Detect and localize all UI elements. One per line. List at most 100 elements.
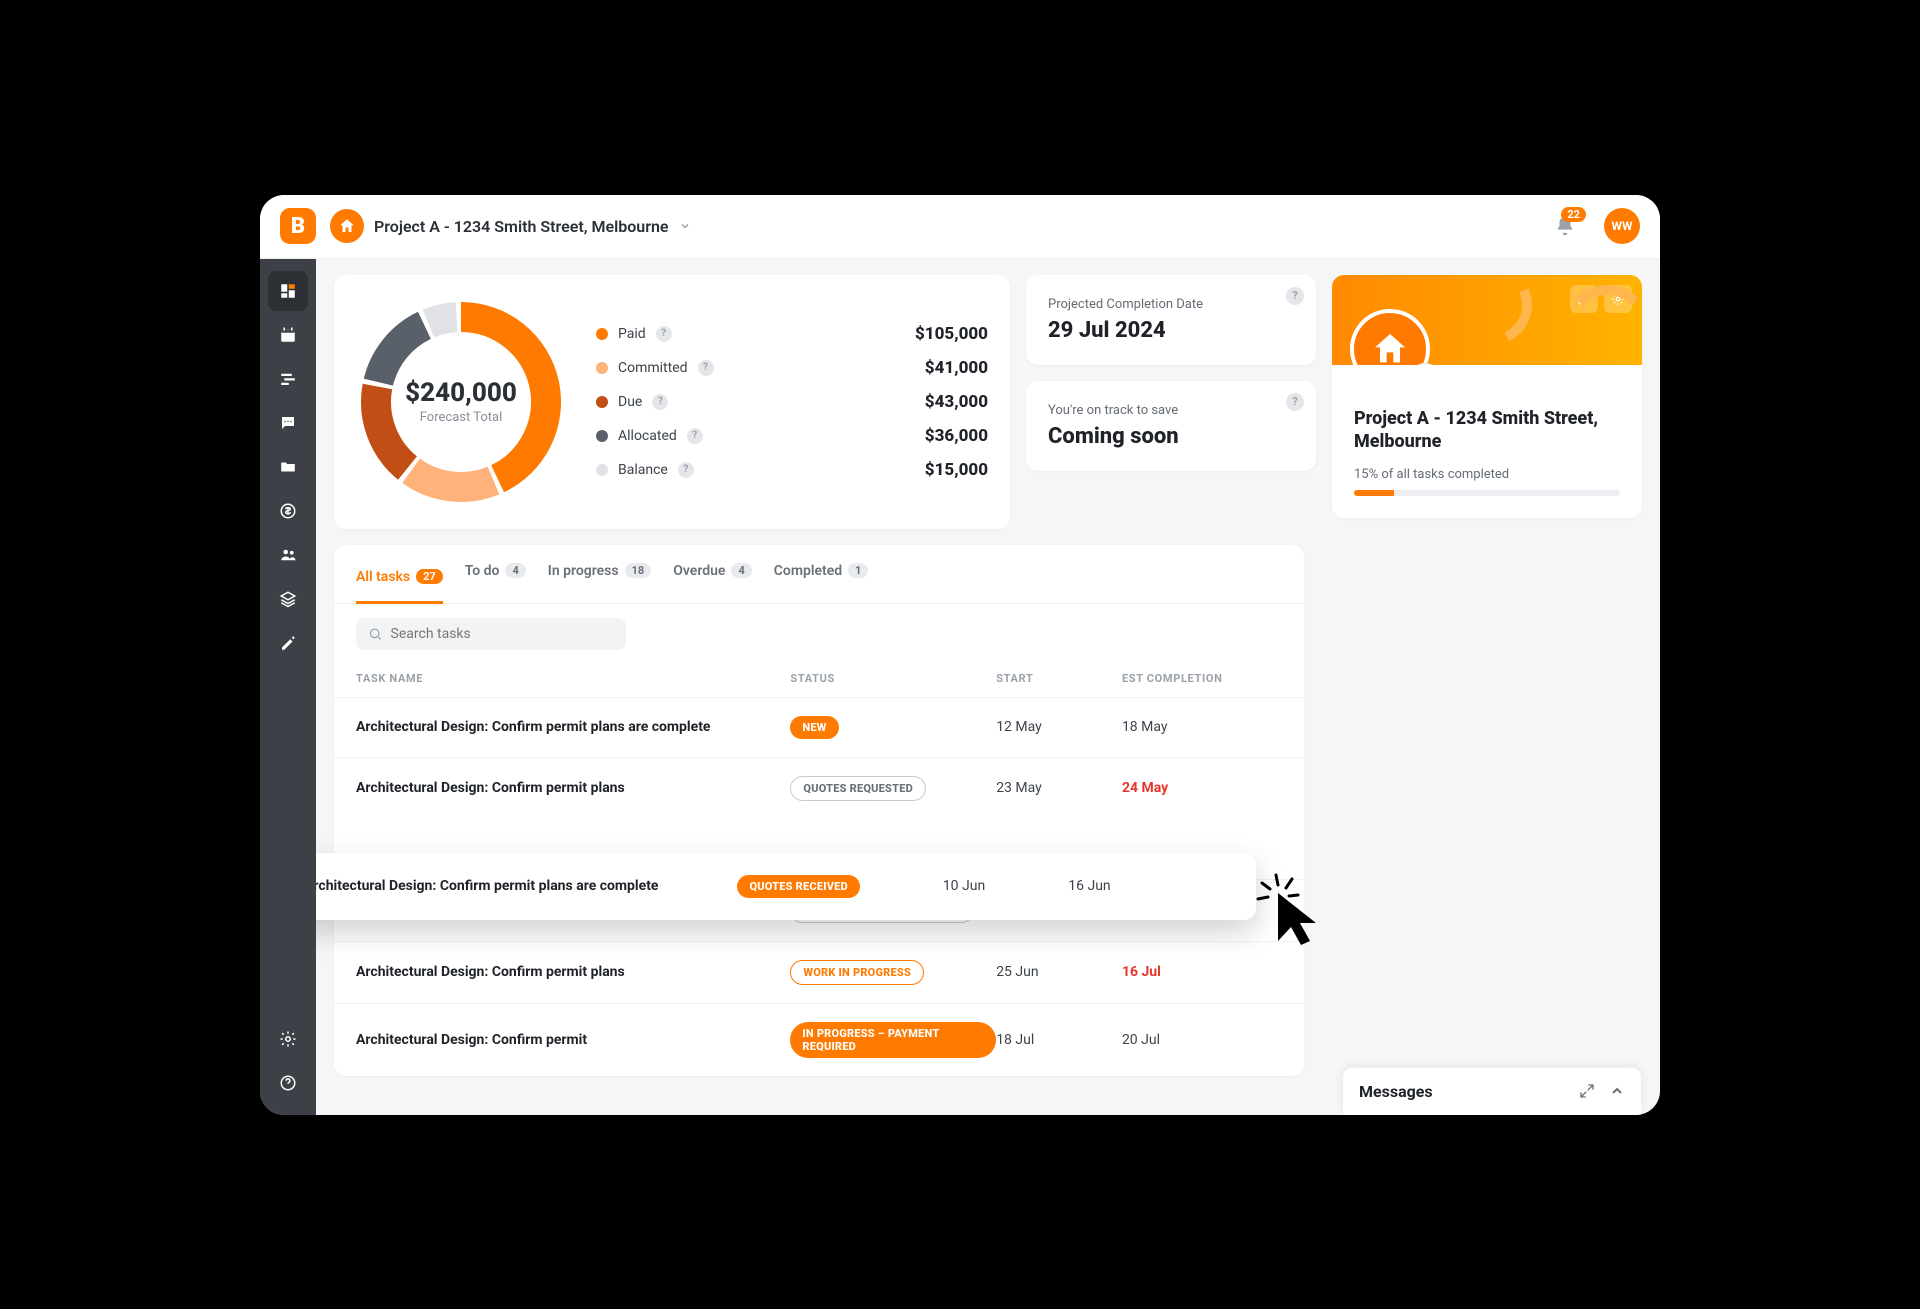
forecast-card: $240,000 Forecast Total Paid ? $105,000 …	[334, 275, 1010, 529]
tab-to-do[interactable]: To do4	[465, 563, 526, 589]
info-icon[interactable]: ?	[656, 326, 672, 342]
tab-all-tasks[interactable]: All tasks 27	[356, 563, 443, 604]
completion-date-card: ? Projected Completion Date 29 Jul 2024	[1026, 275, 1316, 365]
expand-icon[interactable]	[1579, 1083, 1595, 1099]
task-name: Architectural Design: Confirm permit pla…	[356, 719, 790, 735]
tab-label: Completed	[774, 563, 842, 579]
task-start-date: 18 Jul	[996, 1032, 1122, 1048]
home-icon	[330, 209, 364, 243]
task-row-hover[interactable]: Architectural Design: Confirm permit pla…	[316, 853, 1256, 920]
app-window: B Project A - 1234 Smith Street, Melbour…	[260, 195, 1660, 1115]
col-task-name: TASK NAME	[356, 672, 790, 685]
sidebar-item-messages[interactable]	[268, 403, 308, 443]
status-badge: NEW	[790, 716, 838, 739]
status-badge: WORK IN PROGRESS	[790, 960, 924, 985]
project-home-icon	[1350, 309, 1430, 365]
search-input[interactable]	[391, 626, 614, 642]
forecast-total-amount: $240,000	[405, 378, 517, 408]
tasks-card: All tasks 27 To do4 In progress18 Overdue 4 Co…	[334, 545, 1304, 1076]
chevron-up-icon[interactable]	[1609, 1083, 1625, 1099]
task-name: Architectural Design: Confirm permit	[356, 1032, 790, 1048]
info-icon[interactable]: ?	[678, 462, 694, 478]
search-tasks[interactable]	[356, 618, 626, 650]
task-start-date: 25 Jun	[996, 964, 1122, 980]
project-title: Project A - 1234 Smith Street, Melbourne	[1354, 407, 1620, 454]
legend-dot	[596, 464, 608, 476]
legend-dot	[596, 396, 608, 408]
info-icon[interactable]: ?	[1286, 393, 1304, 411]
sidebar-item-help[interactable]	[268, 1063, 308, 1103]
col-start: START	[996, 672, 1122, 685]
legend-value: $43,000	[925, 392, 988, 412]
info-icon[interactable]: ?	[687, 428, 703, 444]
info-icon[interactable]: ?	[652, 394, 668, 410]
completion-date-label: Projected Completion Date	[1048, 297, 1294, 312]
task-name: Architectural Design: Confirm permit pla…	[356, 780, 790, 796]
table-header: TASK NAME STATUS START EST COMPLETION	[334, 656, 1304, 697]
tab-label: Overdue	[673, 563, 725, 579]
project-settings-button[interactable]	[1604, 285, 1632, 313]
messages-label: Messages	[1359, 1082, 1433, 1101]
tab-label: All tasks	[356, 569, 410, 585]
info-icon[interactable]: ?	[698, 360, 714, 376]
tab-overdue[interactable]: Overdue 4	[673, 563, 752, 589]
edit-project-button[interactable]	[1570, 285, 1598, 313]
table-row[interactable]: Architectural Design: Confirm permit pla…	[334, 941, 1304, 1003]
legend-item: Balance ? $15,000	[596, 460, 988, 480]
user-avatar[interactable]: WW	[1604, 208, 1640, 244]
savings-card: ? You're on track to save Coming soon	[1026, 381, 1316, 471]
sidebar	[260, 259, 316, 1115]
task-name: Architectural Design: Confirm permit pla…	[316, 878, 737, 894]
task-tabs: All tasks 27 To do4 In progress18 Overdue 4 Co…	[334, 563, 1304, 604]
legend-value: $15,000	[925, 460, 988, 480]
legend-label: Paid	[618, 326, 646, 342]
tab-label: In progress	[548, 563, 619, 579]
notifications-button[interactable]: 22	[1554, 215, 1576, 237]
task-end-date: 24 May	[1122, 780, 1282, 796]
tab-count: 1	[848, 563, 868, 578]
sidebar-item-team[interactable]	[268, 535, 308, 575]
sidebar-item-files[interactable]	[268, 447, 308, 487]
tab-count: 27	[416, 569, 443, 584]
sidebar-item-dashboard[interactable]	[268, 271, 308, 311]
legend-dot	[596, 362, 608, 374]
status-badge: QUOTES REQUESTED	[790, 776, 926, 801]
table-row[interactable]: Architectural Design: Confirm permit pla…	[334, 757, 1304, 819]
sidebar-item-settings[interactable]	[268, 1019, 308, 1059]
col-est: EST COMPLETION	[1122, 672, 1282, 685]
messages-drawer[interactable]: Messages	[1342, 1067, 1642, 1115]
legend-label: Balance	[618, 462, 668, 478]
tab-in-progress[interactable]: In progress18	[548, 563, 651, 589]
legend-value: $41,000	[925, 358, 988, 378]
table-row[interactable]: Architectural Design: Confirm permit pla…	[334, 697, 1304, 757]
sidebar-item-calendar[interactable]	[268, 315, 308, 355]
status-badge: IN PROGRESS – PAYMENT REQUIRED	[790, 1022, 996, 1058]
sidebar-item-tools[interactable]	[268, 623, 308, 663]
legend-item: Paid ? $105,000	[596, 324, 988, 344]
legend-item: Committed ? $41,000	[596, 358, 988, 378]
project-selector[interactable]: Project A - 1234 Smith Street, Melbourne	[330, 209, 691, 243]
task-name: Architectural Design: Confirm permit pla…	[356, 964, 790, 980]
col-status: STATUS	[790, 672, 996, 685]
legend-label: Allocated	[618, 428, 677, 444]
tab-label: To do	[465, 563, 500, 579]
tab-completed[interactable]: Completed 1	[774, 563, 869, 589]
task-start-date: 12 May	[996, 719, 1122, 735]
table-row[interactable]: Architectural Design: Confirm permit IN …	[334, 1003, 1304, 1076]
savings-label: You're on track to save	[1048, 403, 1294, 418]
savings-value: Coming soon	[1048, 424, 1294, 449]
sidebar-item-tasks[interactable]	[268, 359, 308, 399]
task-end-date: 16 Jun	[1068, 878, 1228, 894]
project-summary-card: Project A - 1234 Smith Street, Melbourne…	[1332, 275, 1642, 519]
tab-count: 4	[731, 563, 751, 578]
legend-dot	[596, 430, 608, 442]
legend-item: Allocated ? $36,000	[596, 426, 988, 446]
search-icon	[368, 626, 383, 642]
notifications-count: 22	[1561, 207, 1586, 222]
forecast-donut-chart: $240,000 Forecast Total	[356, 297, 566, 507]
forecast-legend: Paid ? $105,000 Committed ? $41,000 Due …	[596, 324, 988, 480]
legend-item: Due ? $43,000	[596, 392, 988, 412]
sidebar-item-finance[interactable]	[268, 491, 308, 531]
sidebar-item-layers[interactable]	[268, 579, 308, 619]
info-icon[interactable]: ?	[1286, 287, 1304, 305]
